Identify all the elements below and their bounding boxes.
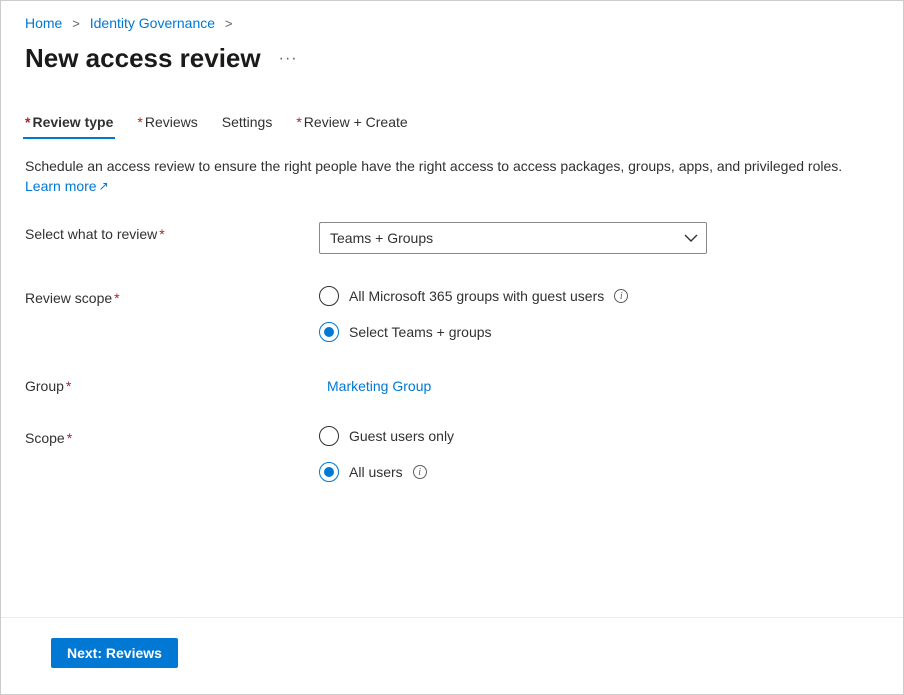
info-icon[interactable]: i — [614, 289, 628, 303]
scope-label: Scope* — [25, 426, 319, 446]
info-icon[interactable]: i — [413, 465, 427, 479]
radio-icon — [319, 426, 339, 446]
breadcrumb-home[interactable]: Home — [25, 15, 62, 31]
review-scope-label: Review scope* — [25, 286, 319, 306]
page-title: New access review — [25, 43, 261, 74]
tab-settings[interactable]: Settings — [222, 110, 273, 138]
radio-icon — [319, 322, 339, 342]
external-link-icon: ↗ — [99, 179, 109, 193]
tab-review-create[interactable]: *Review + Create — [296, 110, 407, 138]
radio-icon — [319, 462, 339, 482]
select-what-to-review-label: Select what to review* — [25, 222, 319, 242]
learn-more-link[interactable]: Learn more↗ — [25, 178, 109, 194]
select-value: Teams + Groups — [330, 230, 433, 246]
more-actions-button[interactable]: ··· — [279, 50, 298, 68]
chevron-right-icon: > — [66, 16, 86, 31]
radio-icon — [319, 286, 339, 306]
description-text: Schedule an access review to ensure the … — [25, 156, 879, 178]
radio-all-microsoft-365-groups[interactable]: All Microsoft 365 groups with guest user… — [319, 286, 879, 306]
chevron-right-icon: > — [219, 16, 239, 31]
chevron-down-icon — [684, 231, 698, 245]
breadcrumb-identity-governance[interactable]: Identity Governance — [90, 15, 215, 31]
tab-review-type[interactable]: *Review type — [25, 110, 113, 138]
tab-reviews[interactable]: *Reviews — [137, 110, 197, 138]
next-reviews-button[interactable]: Next: Reviews — [51, 638, 178, 668]
group-selector-link[interactable]: Marketing Group — [319, 374, 431, 394]
tab-bar: *Review type *Reviews Settings *Review +… — [25, 110, 879, 138]
breadcrumb: Home > Identity Governance > — [25, 11, 879, 43]
group-label: Group* — [25, 374, 319, 394]
radio-select-teams-groups[interactable]: Select Teams + groups — [319, 322, 879, 342]
radio-all-users[interactable]: All users i — [319, 462, 879, 482]
footer: Next: Reviews — [1, 617, 903, 694]
select-what-to-review-dropdown[interactable]: Teams + Groups — [319, 222, 707, 254]
radio-guest-users-only[interactable]: Guest users only — [319, 426, 879, 446]
